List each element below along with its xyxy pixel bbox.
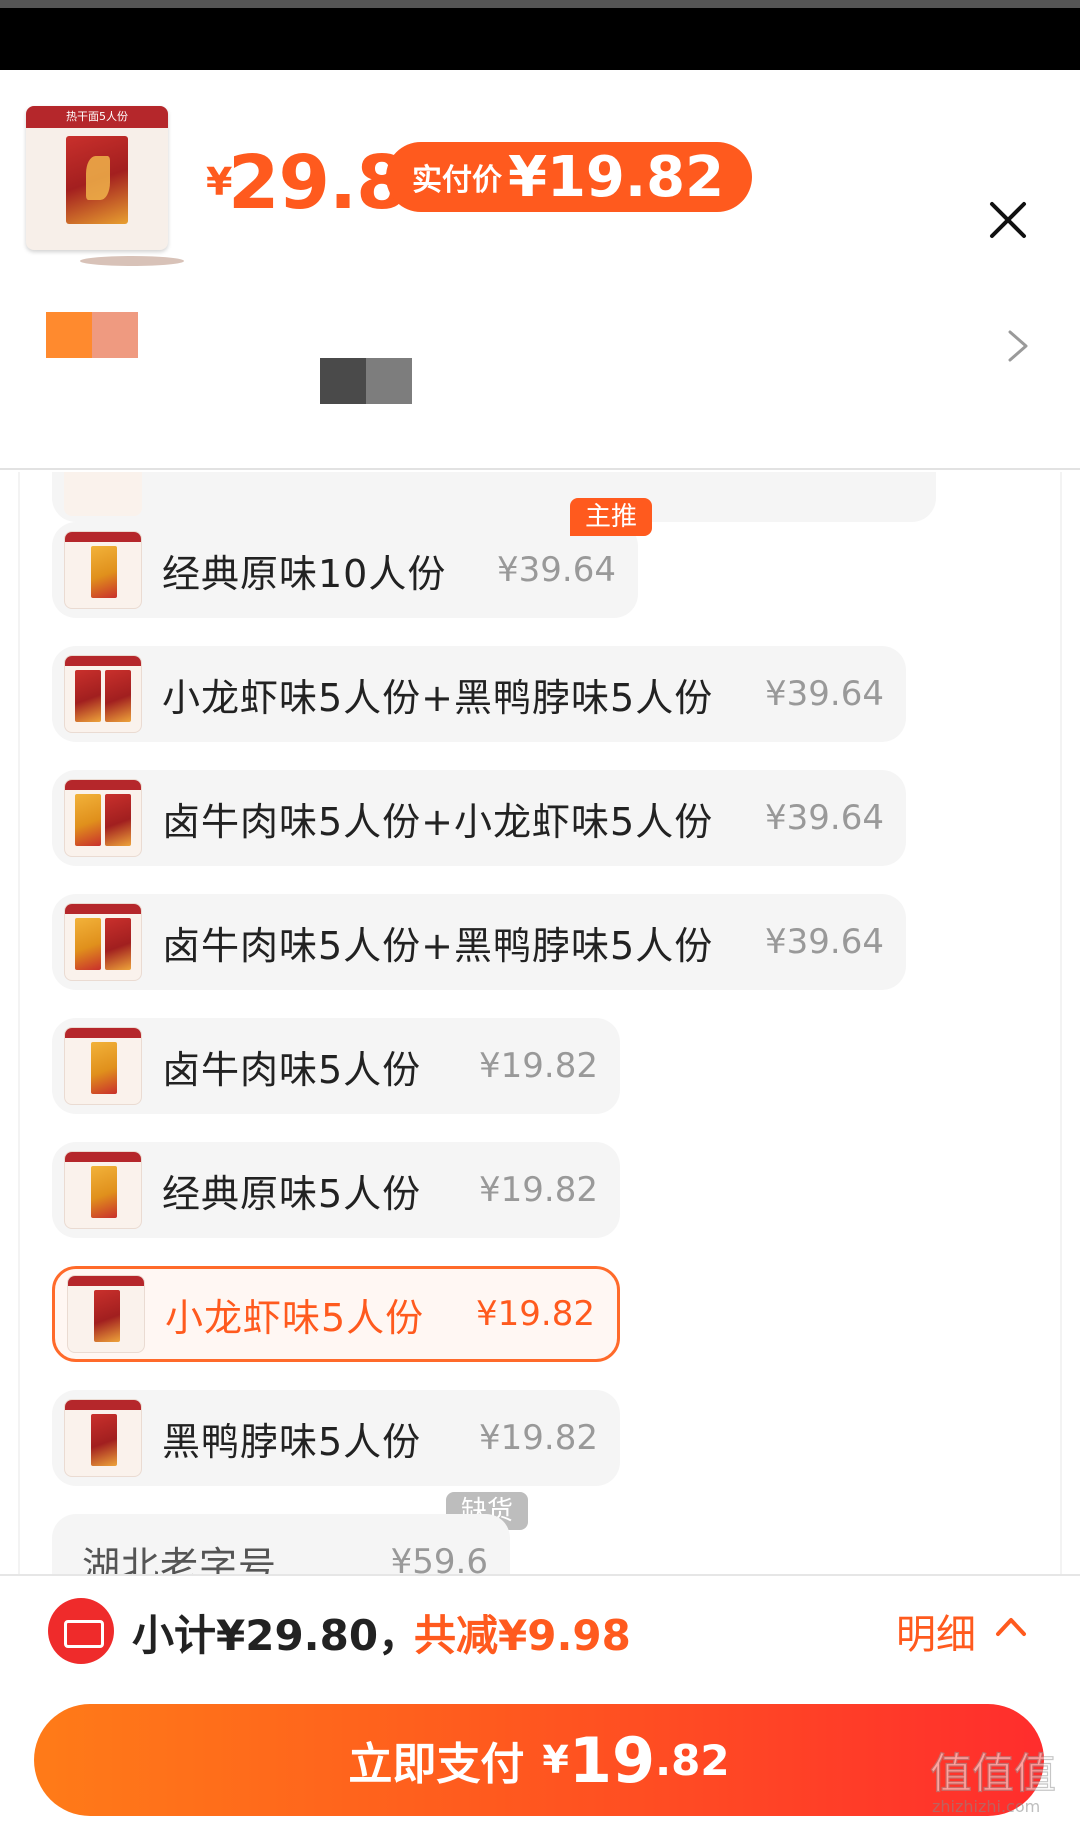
paid-price-badge: 实付价 ¥19.82 [386,142,753,212]
checkout-footer: 小计¥29.80， 共减¥9.98 明细 立即支付 ¥ 19 .82 [0,1574,1080,1824]
option-thumbnail [64,655,142,733]
option-card[interactable]: 卤牛肉味5人份+小龙虾味5人份 ¥39.64 [52,770,906,866]
option-name: 经典原味10人份 [162,551,447,596]
option-price: ¥39.64 [497,550,616,590]
option-name: 卤牛肉味5人份 [162,1047,422,1092]
detail-link[interactable]: 明细 [896,1602,976,1660]
chevron-up-icon[interactable] [994,1614,1028,1640]
svg-text:zhizhizhi.com: zhizhizhi.com [932,1797,1040,1816]
option-thumbnail [67,1275,145,1353]
pay-amount-integer: 19 [568,1723,656,1797]
option-price: ¥19.82 [476,1294,595,1334]
option-card[interactable]: 经典原味10人份 ¥39.64 [52,522,638,618]
option-price: ¥19.82 [479,1046,598,1086]
option-price: ¥39.64 [765,674,884,714]
option-card[interactable]: 卤牛肉味5人份+黑鸭脖味5人份 ¥39.64 [52,894,906,990]
product-box-image [66,136,128,224]
price-value: 29.8 [228,140,408,226]
option-thumbnail [64,1151,142,1229]
recommend-tag: 主推 [570,498,652,536]
option-name: 小龙虾味5人份+黑鸭脖味5人份 [162,675,714,720]
svg-text:值值值: 值值值 [930,1749,1056,1798]
product-thumbnail[interactable]: 热干面5人份 [26,106,168,250]
pay-amount-decimal: .82 [655,1735,730,1785]
option-name: 小龙虾味5人份 [165,1295,425,1340]
status-bar-strip [0,0,1080,8]
partial-option-card[interactable] [52,472,936,522]
option-card[interactable]: 黑鸭脖味5人份 ¥19.82 [52,1390,620,1486]
option-thumbnail [64,903,142,981]
option-name: 湖北老字号 [82,1543,278,1575]
pay-currency: ¥ [542,1738,569,1782]
option-price: ¥59.6 [390,1542,488,1574]
redacted-shop-block [320,358,412,404]
option-price: ¥19.82 [479,1170,598,1210]
thumbnail-shadow [80,256,184,266]
option-card[interactable]: 小龙虾味5人份+黑鸭脖味5人份 ¥39.64 [52,646,906,742]
option-price: ¥19.82 [479,1418,598,1458]
option-name: 黑鸭脖味5人份 [162,1419,422,1464]
option-card-selected[interactable]: 小龙虾味5人份 ¥19.82 [52,1266,620,1362]
option-name: 经典原味5人份 [162,1171,422,1216]
pay-label: 立即支付 [348,1739,525,1790]
option-card[interactable]: 卤牛肉味5人份 ¥19.82 [52,1018,620,1114]
redacted-promo-block [46,312,138,358]
sku-sheet-header: 热干面5人份 ¥ 29.8 实付价 ¥19.82 [0,70,1080,470]
discount-text: 共减¥9.98 [414,1611,631,1660]
coupon-icon [48,1598,114,1664]
option-thumbnail [64,1399,142,1477]
chevron-right-icon[interactable] [1004,326,1032,366]
subtotal-text: 小计¥29.80， [132,1611,421,1660]
option-card-soldout[interactable]: 湖北老字号 ¥59.6 [52,1514,510,1574]
paid-price-value: ¥19.82 [508,144,725,210]
paid-price-label: 实付价 [412,163,502,198]
close-icon[interactable] [986,198,1030,242]
option-thumbnail [64,779,142,857]
thumbnail-band-text: 热干面5人份 [26,106,168,128]
option-thumbnail [64,1027,142,1105]
option-name: 卤牛肉味5人份+小龙虾味5人份 [162,799,714,844]
sku-options-list[interactable]: 经典原味10人份 ¥39.64 主推 小龙虾味5人份+黑鸭脖味5人份 ¥39.6… [18,472,1062,1574]
watermark-logo: 值值值 zhizhizhi.com [929,1748,1056,1816]
option-card[interactable]: 经典原味5人份 ¥19.82 [52,1142,620,1238]
option-name: 卤牛肉味5人份+黑鸭脖味5人份 [162,923,714,968]
option-price: ¥39.64 [765,922,884,962]
option-thumbnail [64,531,142,609]
option-price: ¥39.64 [765,798,884,838]
pay-now-button[interactable]: 立即支付 ¥ 19 .82 [34,1704,1044,1816]
status-bar [0,0,1080,70]
